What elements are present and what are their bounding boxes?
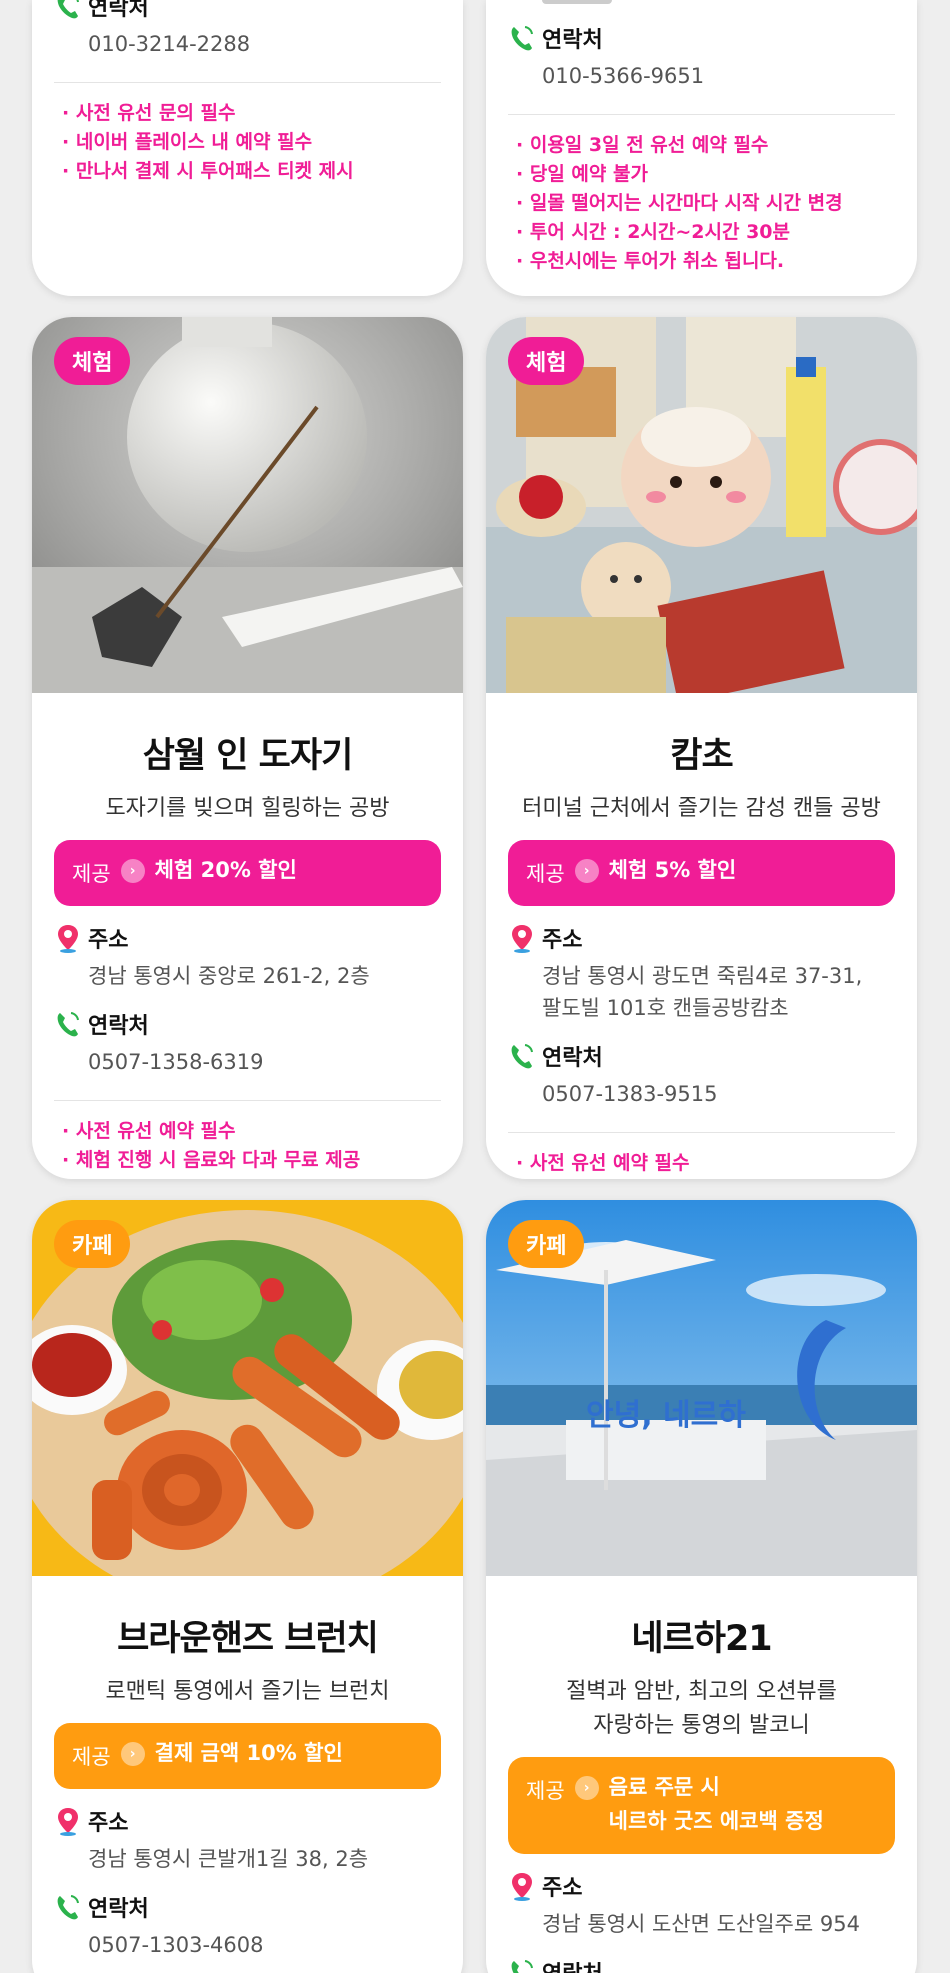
place-photo: 카페 bbox=[32, 1200, 463, 1576]
place-card-nerja21[interactable]: 안녕, 네르하 카페 네르하21 절벽과 암반, 최고의 오션뷰를 자랑하는 통… bbox=[486, 1200, 917, 1973]
phone-icon bbox=[57, 1012, 79, 1037]
place-subtitle: 터미널 근처에서 즐기는 감성 캔들 공방 bbox=[522, 796, 881, 821]
offer-label: 제공 bbox=[72, 1745, 111, 1769]
chevron-right-icon: › bbox=[574, 859, 599, 883]
phone-value: 0507-1383-9515 bbox=[542, 1082, 718, 1106]
location-pin-icon bbox=[58, 925, 78, 953]
note: · 투어 시간 : 2시간~2시간 30분 bbox=[516, 221, 791, 243]
note: · 체험 진행 시 음료와 다과 무료 제공 bbox=[62, 1149, 361, 1171]
subtitle-line-2: 자랑하는 통영의 발코니 bbox=[593, 1713, 810, 1738]
address-label: 주소 bbox=[88, 1811, 129, 1836]
offer-banner: 제공 › 체험 5% 할인 bbox=[508, 840, 895, 906]
address-heading: 주소 bbox=[54, 922, 441, 954]
offer-banner: 제공 › 음료 주문 시 네르하 굿즈 에코백 증정 bbox=[508, 1757, 895, 1854]
contact-label: 연락처 bbox=[88, 1897, 149, 1922]
address-heading: 주소 bbox=[508, 1870, 895, 1902]
contact-label: 연락처 bbox=[542, 1956, 603, 1973]
offer-label: 제공 bbox=[526, 1779, 565, 1803]
place-title: 네르하21 bbox=[631, 1619, 772, 1659]
offer-text: 음료 주문 시 네르하 굿즈 에코백 증정 bbox=[609, 1770, 824, 1838]
offer-banner: 제공 › 체험 20% 할인 bbox=[54, 840, 441, 906]
contact-label: 연락처 bbox=[88, 0, 149, 21]
contact-heading: 연락처 bbox=[508, 22, 895, 54]
contact-label: 연락처 bbox=[542, 1046, 603, 1071]
offer-text-line-1: 음료 주문 시 bbox=[608, 1775, 720, 1799]
note: · 우천시에는 투어가 취소 됩니다. bbox=[516, 250, 785, 272]
place-photo: 안녕, 네르하 카페 bbox=[486, 1200, 917, 1576]
contact-heading: 연락처 bbox=[54, 1891, 441, 1923]
note: · 사전 유선 예약 필수 bbox=[62, 1120, 236, 1142]
address-line-1: 경남 통영시 광도면 죽림4로 37-31, bbox=[542, 964, 863, 988]
category-tag: 체험 bbox=[54, 337, 131, 385]
subtitle-line-1: 절벽과 암반, 최고의 오션뷰를 bbox=[566, 1679, 837, 1704]
phone-icon bbox=[511, 1044, 533, 1069]
category-tag: 카페 bbox=[508, 1220, 585, 1268]
address-heading: 주소 bbox=[508, 922, 895, 954]
offer-text: 결제 금액 10% 할인 bbox=[154, 1741, 343, 1765]
place-subtitle: 도자기를 빚으며 힐링하는 공방 bbox=[105, 796, 390, 821]
offer-banner: 제공 › 결제 금액 10% 할인 bbox=[54, 1723, 441, 1789]
address-value: 경남 통영시 도산면 도산일주로 954 bbox=[542, 1912, 860, 1936]
contact-label: 연락처 bbox=[88, 1014, 149, 1039]
address-line-2: 팔도빌 101호 캔들공방캄초 bbox=[542, 996, 789, 1020]
place-subtitle: 로맨틱 통영에서 즐기는 브런치 bbox=[105, 1679, 390, 1704]
address-value: 경남 통영시 중앙로 261-2, 2층 bbox=[88, 964, 370, 988]
place-title: 삼월 인 도자기 bbox=[142, 736, 354, 776]
offer-text-line-2: 네르하 굿즈 에코백 증정 bbox=[608, 1809, 824, 1833]
note: · 일몰 떨어지는 시간마다 시작 시간 변경 bbox=[516, 192, 843, 214]
card-top-left: 연락처 010-3214-2288 · 사전 유선 문의 필수 · 네이버 플레… bbox=[32, 0, 463, 296]
note: · 네이버 플레이스 내 예약 필수 bbox=[62, 131, 313, 153]
address-value: 경남 통영시 큰발개1길 38, 2층 bbox=[88, 1847, 369, 1871]
note: · 이용일 3일 전 유선 예약 필수 bbox=[516, 134, 769, 156]
note: · 당일 예약 불가 bbox=[516, 163, 648, 185]
phone-value: 010-5366-9651 bbox=[542, 64, 705, 88]
chevron-right-icon: › bbox=[574, 1776, 599, 1800]
place-photo: 체험 bbox=[486, 317, 917, 693]
card-top-right: 연락처 010-5366-9651 · 이용일 3일 전 유선 예약 필수 · … bbox=[486, 0, 917, 296]
contact-heading: 연락처 bbox=[508, 1956, 895, 1973]
address-label: 주소 bbox=[542, 1876, 583, 1901]
phone-value: 0507-1358-6319 bbox=[88, 1050, 264, 1074]
phone-icon bbox=[57, 0, 79, 19]
contact-label: 연락처 bbox=[542, 28, 603, 53]
place-card-kamcho[interactable]: 체험 캄초 터미널 근처에서 즐기는 감성 캔들 공방 제공 › 체험 5% 할… bbox=[486, 317, 917, 1179]
address-value: 경남 통영시 광도면 죽림4로 37-31, 팔도빌 101호 캔들공방캄초 bbox=[542, 960, 895, 1024]
contact-heading: 연락처 bbox=[54, 0, 441, 22]
place-title: 캄초 bbox=[670, 736, 733, 776]
location-pin-icon bbox=[512, 925, 532, 953]
place-title: 브라운핸즈 브런치 bbox=[117, 1619, 379, 1659]
chevron-right-icon: › bbox=[120, 859, 145, 883]
phone-icon bbox=[57, 1895, 79, 1920]
chevron-right-icon: › bbox=[120, 1742, 145, 1766]
offer-text: 체험 5% 할인 bbox=[608, 858, 737, 882]
location-pin-icon bbox=[58, 1808, 78, 1836]
offer-text: 체험 20% 할인 bbox=[154, 858, 297, 882]
place-card-samwol[interactable]: 체험 삼월 인 도자기 도자기를 빚으며 힐링하는 공방 제공 › 체험 20%… bbox=[32, 317, 463, 1179]
note: · 만나서 결제 시 투어패스 티켓 제시 bbox=[62, 160, 354, 182]
phone-icon bbox=[511, 1960, 533, 1973]
place-card-brownhands[interactable]: 카페 브라운핸즈 브런치 로맨틱 통영에서 즐기는 브런치 제공 › 결제 금액… bbox=[32, 1200, 463, 1973]
offer-label: 제공 bbox=[72, 862, 111, 886]
note: · 사전 유선 예약 필수 bbox=[516, 1152, 690, 1174]
address-label: 주소 bbox=[88, 928, 129, 953]
photo-sign-text: 안녕, 네르하 bbox=[586, 1398, 746, 1433]
place-photo: 체험 bbox=[32, 317, 463, 693]
contact-heading: 연락처 bbox=[508, 1040, 895, 1072]
phone-value: 010-3214-2288 bbox=[88, 32, 251, 56]
category-tag: 카페 bbox=[54, 1220, 131, 1268]
note: · 사전 유선 문의 필수 bbox=[62, 102, 236, 124]
address-label: 주소 bbox=[542, 928, 583, 953]
address-heading: 주소 bbox=[54, 1805, 441, 1837]
phone-icon bbox=[511, 26, 533, 51]
location-pin-icon bbox=[512, 1873, 532, 1901]
category-tag: 체험 bbox=[508, 337, 585, 385]
contact-heading: 연락처 bbox=[54, 1008, 441, 1040]
offer-label: 제공 bbox=[526, 862, 565, 886]
phone-value: 0507-1303-4608 bbox=[88, 1933, 264, 1957]
place-subtitle: 절벽과 암반, 최고의 오션뷰를 자랑하는 통영의 발코니 bbox=[486, 1675, 917, 1743]
